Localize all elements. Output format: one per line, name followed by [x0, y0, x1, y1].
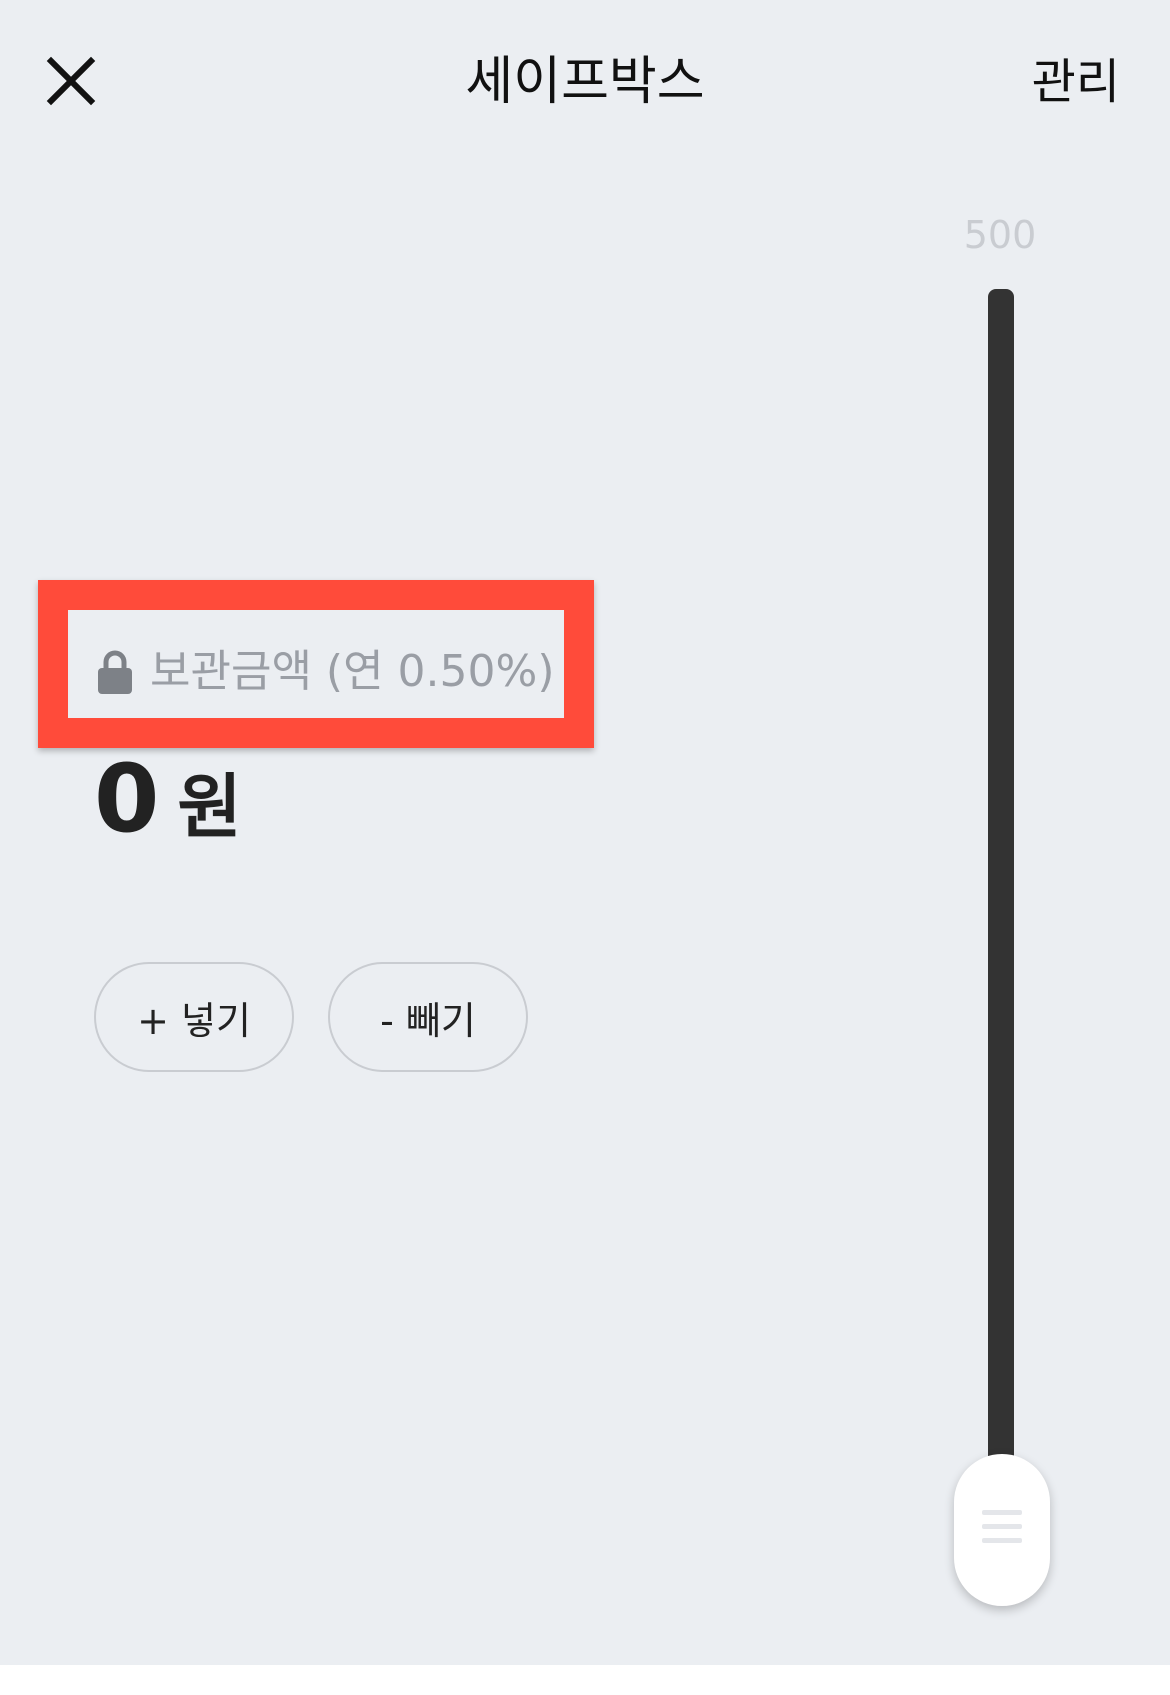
grip-line	[982, 1538, 1022, 1543]
withdraw-button[interactable]: - 빼기	[328, 962, 528, 1072]
slider-max-label: 500	[963, 213, 1037, 257]
balance-unit: 원	[177, 766, 242, 848]
manage-button[interactable]: 관리	[1032, 52, 1120, 112]
balance-value: 0	[94, 745, 160, 854]
slider-thumb[interactable]	[954, 1454, 1050, 1606]
balance-label-row: 보관금액 (연 0.50%)	[96, 640, 554, 704]
slider-track[interactable]	[988, 289, 1014, 1484]
lock-icon	[98, 650, 132, 694]
grip-line	[982, 1524, 1022, 1529]
page-title: 세이프박스	[465, 52, 705, 112]
deposit-button[interactable]: + 넣기	[94, 962, 294, 1072]
safebox-screen: 세이프박스 관리 500 보관금액 (연 0.50%) 0원 + 넣기 - 빼기	[0, 0, 1170, 1665]
balance-label: 보관금액 (연 0.50%)	[150, 646, 555, 697]
grip-line	[982, 1510, 1022, 1515]
balance-amount: 0원	[94, 750, 242, 857]
